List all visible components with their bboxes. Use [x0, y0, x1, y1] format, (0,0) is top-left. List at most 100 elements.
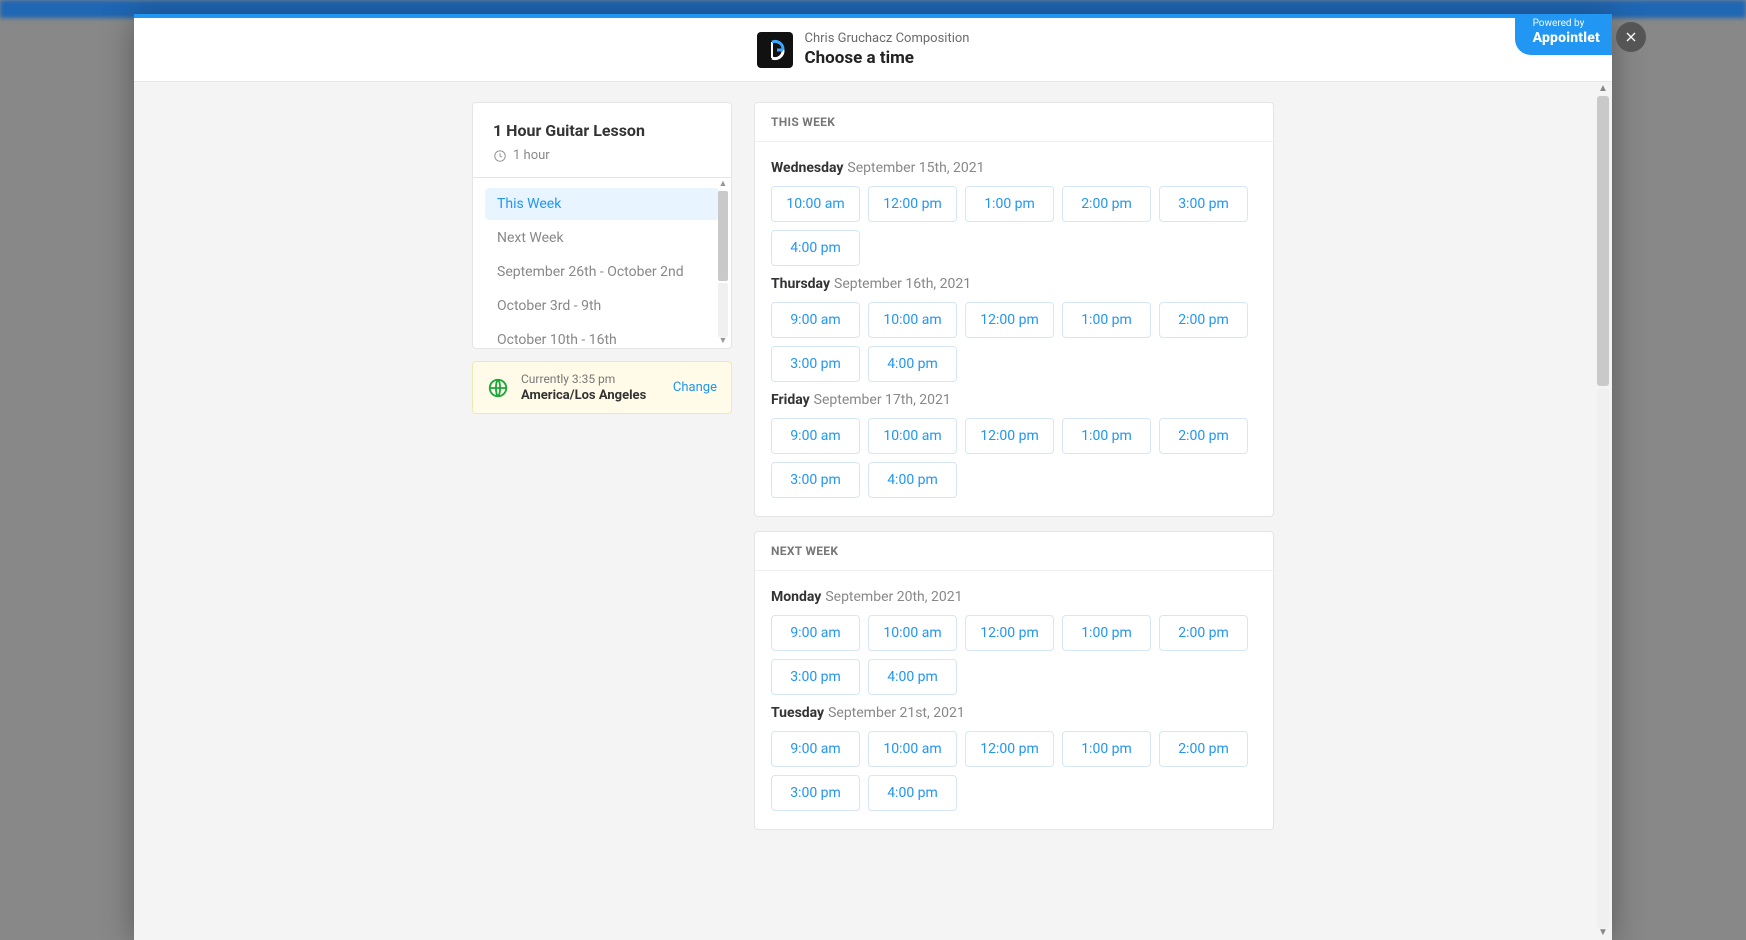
- time-slot[interactable]: 9:00 am: [771, 731, 860, 767]
- day-of-week: Wednesday: [771, 160, 843, 176]
- scroll-up-icon[interactable]: ▲: [719, 180, 728, 189]
- org-name: Chris Gruchacz Composition: [805, 31, 970, 46]
- time-slot[interactable]: 2:00 pm: [1159, 418, 1248, 454]
- time-slot-row: 10:00 am12:00 pm1:00 pm2:00 pm3:00 pm 4:0…: [771, 186, 1257, 266]
- week-item[interactable]: September 26th - October 2nd: [485, 256, 719, 288]
- scroll-down-icon[interactable]: ▼: [1598, 928, 1608, 938]
- time-slot[interactable]: 4:00 pm: [771, 230, 860, 266]
- week-item[interactable]: October 3rd - 9th: [485, 290, 719, 322]
- lesson-duration-text: 1 hour: [513, 148, 550, 163]
- scroll-track[interactable]: [718, 283, 728, 337]
- time-slot[interactable]: 2:00 pm: [1159, 615, 1248, 651]
- day-label: WednesdaySeptember 15th, 2021: [771, 160, 1257, 176]
- time-slot[interactable]: 10:00 am: [868, 418, 957, 454]
- scroll-thumb[interactable]: [718, 191, 728, 281]
- time-slot[interactable]: 1:00 pm: [1062, 615, 1151, 651]
- time-slot[interactable]: 1:00 pm: [1062, 302, 1151, 338]
- section-body: MondaySeptember 20th, 20219:00 am10:00 a…: [755, 571, 1273, 829]
- time-slot[interactable]: 2:00 pm: [1159, 302, 1248, 338]
- time-slot[interactable]: 12:00 pm: [965, 418, 1054, 454]
- page-title: Choose a time: [805, 48, 970, 68]
- availability-column: THIS WEEK WednesdaySeptember 15th, 2021 10…: [754, 102, 1274, 844]
- time-slot[interactable]: 12:00 pm: [965, 731, 1054, 767]
- powered-by-line2: Appointlet: [1533, 30, 1600, 47]
- close-icon: [1623, 29, 1639, 45]
- modal-scrollbar[interactable]: ▲ ▼: [1596, 84, 1610, 938]
- scroll-down-icon[interactable]: ▼: [719, 337, 728, 346]
- scroll-up-icon[interactable]: ▲: [1598, 84, 1608, 94]
- lesson-card: 1 Hour Guitar Lesson 1 hour This WeekNex…: [472, 102, 732, 349]
- day-label: MondaySeptember 20th, 2021: [771, 589, 1257, 605]
- lesson-title: 1 Hour Guitar Lesson: [493, 121, 711, 140]
- time-slot[interactable]: 2:00 pm: [1062, 186, 1151, 222]
- day-of-week: Monday: [771, 589, 821, 605]
- day-date: September 16th, 2021: [834, 276, 971, 292]
- time-slot[interactable]: 12:00 pm: [965, 302, 1054, 338]
- day-date: September 17th, 2021: [814, 392, 951, 408]
- time-slot[interactable]: 3:00 pm: [771, 775, 860, 811]
- section-header: THIS WEEK: [755, 103, 1273, 142]
- scroll-thumb[interactable]: [1597, 96, 1609, 386]
- time-slot-row: 9:00 am10:00 am12:00 pm1:00 pm2:00 pm 3:0…: [771, 302, 1257, 382]
- section-header: NEXT WEEK: [755, 532, 1273, 571]
- time-slot[interactable]: 3:00 pm: [771, 346, 860, 382]
- globe-icon: [487, 377, 509, 399]
- time-slot[interactable]: 12:00 pm: [965, 615, 1054, 651]
- time-slot[interactable]: 1:00 pm: [965, 186, 1054, 222]
- day-block: TuesdaySeptember 21st, 2021 9:00 am10:00 …: [771, 705, 1257, 811]
- header-brand: Chris Gruchacz Composition Choose a time: [757, 31, 970, 68]
- section-body: WednesdaySeptember 15th, 202110:00 am12:…: [755, 142, 1273, 516]
- time-slot[interactable]: 4:00 pm: [868, 775, 957, 811]
- time-slot[interactable]: 4:00 pm: [868, 346, 957, 382]
- time-slot[interactable]: 3:00 pm: [1159, 186, 1248, 222]
- timezone-change-link[interactable]: Change: [673, 380, 717, 395]
- week-item[interactable]: This Week: [485, 188, 719, 220]
- modal-body: 1 Hour Guitar Lesson 1 hour This WeekNex…: [134, 82, 1612, 940]
- modal-header: Chris Gruchacz Composition Choose a time…: [134, 18, 1612, 82]
- time-slot[interactable]: 10:00 am: [868, 615, 957, 651]
- time-slot[interactable]: 1:00 pm: [1062, 731, 1151, 767]
- sidebar: 1 Hour Guitar Lesson 1 hour This WeekNex…: [472, 102, 732, 844]
- time-slot[interactable]: 4:00 pm: [868, 462, 957, 498]
- lesson-header: 1 Hour Guitar Lesson 1 hour: [473, 103, 731, 178]
- time-slot[interactable]: 9:00 am: [771, 418, 860, 454]
- powered-by-badge[interactable]: Powered by Appointlet: [1515, 14, 1612, 55]
- time-slot[interactable]: 2:00 pm: [1159, 731, 1248, 767]
- day-label: ThursdaySeptember 16th, 2021: [771, 276, 1257, 292]
- time-slot[interactable]: 10:00 am: [868, 731, 957, 767]
- day-label: FridaySeptember 17th, 2021: [771, 392, 1257, 408]
- time-slot[interactable]: 3:00 pm: [771, 462, 860, 498]
- time-slot[interactable]: 10:00 am: [868, 302, 957, 338]
- week-item[interactable]: October 10th - 16th: [485, 324, 719, 348]
- timezone-name: America/Los Angeles: [521, 388, 646, 403]
- time-slot[interactable]: 9:00 am: [771, 302, 860, 338]
- day-block: MondaySeptember 20th, 2021 9:00 am10:00 a…: [771, 589, 1257, 695]
- day-of-week: Thursday: [771, 276, 830, 292]
- day-block: ThursdaySeptember 16th, 2021 9:00 am10:00…: [771, 276, 1257, 382]
- time-slot[interactable]: 1:00 pm: [1062, 418, 1151, 454]
- time-slot[interactable]: 4:00 pm: [868, 659, 957, 695]
- day-date: September 21st, 2021: [828, 705, 965, 721]
- time-slot[interactable]: 9:00 am: [771, 615, 860, 651]
- timezone-text: Currently 3:35 pm America/Los Angeles: [521, 372, 646, 403]
- day-date: September 15th, 2021: [847, 160, 984, 176]
- timezone-card: Currently 3:35 pm America/Los Angeles Ch…: [472, 361, 732, 414]
- day-date: September 20th, 2021: [825, 589, 962, 605]
- powered-by-line1: Powered by: [1533, 18, 1600, 30]
- header-text: Chris Gruchacz Composition Choose a time: [805, 31, 970, 68]
- day-label: TuesdaySeptember 21st, 2021: [771, 705, 1257, 721]
- close-button[interactable]: [1616, 22, 1646, 52]
- clock-icon: [493, 149, 507, 163]
- time-slot[interactable]: 10:00 am: [771, 186, 860, 222]
- day-of-week: Friday: [771, 392, 810, 408]
- scroll-track[interactable]: [1597, 388, 1609, 928]
- week-item[interactable]: Next Week: [485, 222, 719, 254]
- week-list: This WeekNext WeekSeptember 26th - Octob…: [473, 178, 731, 348]
- timezone-current: Currently 3:35 pm: [521, 372, 646, 386]
- week-section: THIS WEEK WednesdaySeptember 15th, 2021 10…: [754, 102, 1274, 517]
- week-list-scrollbar[interactable]: ▲ ▼: [717, 180, 729, 346]
- time-slot-row: 9:00 am10:00 am12:00 pm1:00 pm2:00 pm 3:0…: [771, 418, 1257, 498]
- time-slot[interactable]: 3:00 pm: [771, 659, 860, 695]
- week-section: NEXT WEEK MondaySeptember 20th, 2021 9:00 …: [754, 531, 1274, 830]
- time-slot[interactable]: 12:00 pm: [868, 186, 957, 222]
